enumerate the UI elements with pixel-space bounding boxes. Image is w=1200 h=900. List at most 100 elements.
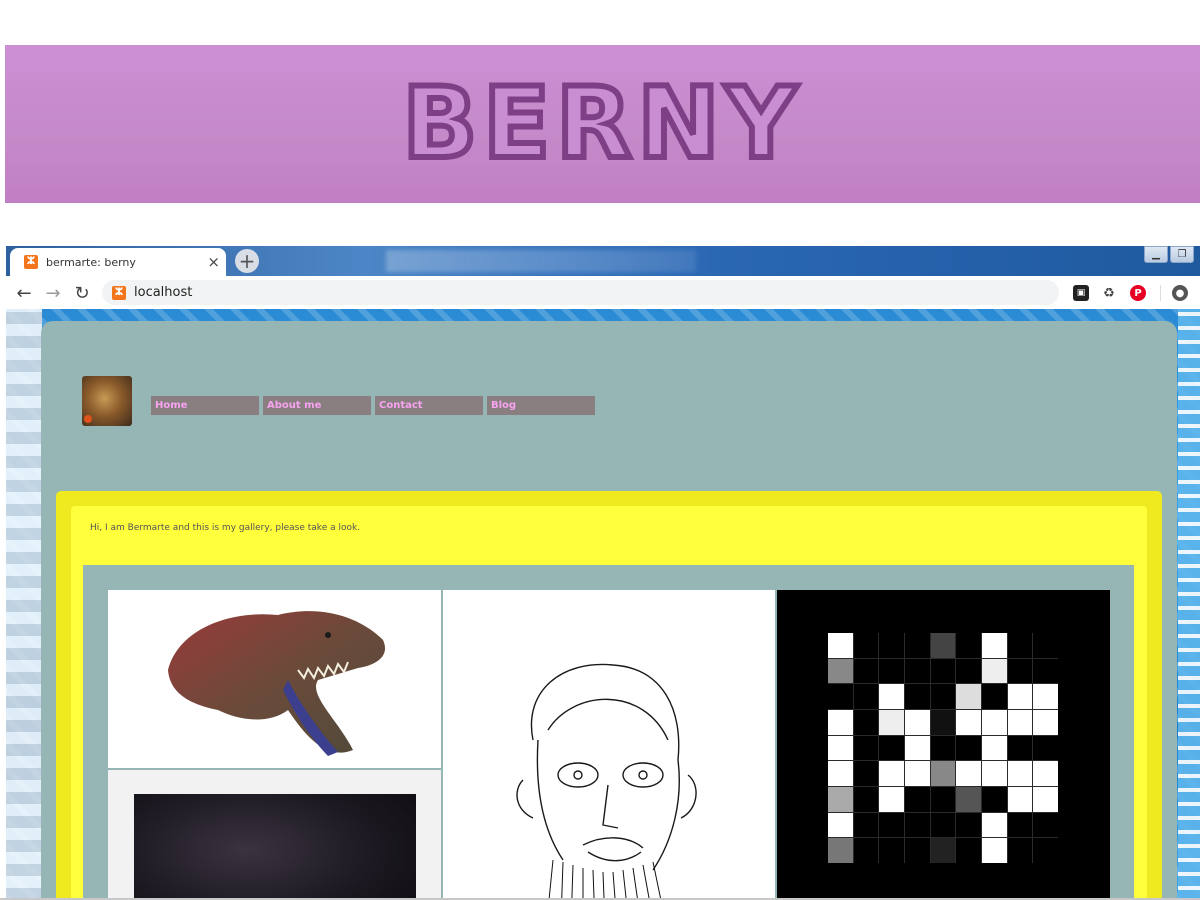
pixel-cell xyxy=(1007,812,1033,838)
pixel-cell xyxy=(904,838,930,863)
pixel-cell xyxy=(828,812,853,838)
pixel-cell xyxy=(1007,786,1033,812)
pixel-cell xyxy=(879,658,904,684)
pixel-cell xyxy=(1007,684,1033,709)
pixel-cell xyxy=(930,658,956,684)
pixel-cell xyxy=(1033,684,1058,709)
pixel-cell xyxy=(1007,709,1033,735)
pixel-cell xyxy=(904,684,930,709)
pixel-cell xyxy=(930,786,956,812)
pixel-cell xyxy=(853,735,879,761)
pixel-cell xyxy=(930,761,956,786)
pixel-cell xyxy=(981,709,1007,735)
page-viewport[interactable]: Home About me Contact Blog Hi, I am Berm… xyxy=(6,309,1200,900)
pixel-cell xyxy=(981,761,1007,786)
intro-text: Hi, I am Bermarte and this is my gallery… xyxy=(90,523,361,533)
url-text: localhost xyxy=(134,285,193,300)
pixel-cell xyxy=(1033,761,1058,786)
pixel-cell xyxy=(828,633,853,658)
site-logo[interactable] xyxy=(82,376,132,426)
pixel-cell xyxy=(981,786,1007,812)
pixel-cell xyxy=(981,812,1007,838)
pixel-cell xyxy=(981,658,1007,684)
background-pattern xyxy=(1178,309,1200,900)
nav-about-me[interactable]: About me xyxy=(263,396,371,415)
pixel-cell xyxy=(904,633,930,658)
pixel-cell xyxy=(1033,786,1058,812)
pixel-cell xyxy=(1007,658,1033,684)
pixel-cell xyxy=(956,658,981,684)
dark-painting-image xyxy=(134,794,416,900)
restore-button[interactable]: ❐ xyxy=(1170,246,1194,263)
trello-icon[interactable]: ▣ xyxy=(1073,285,1089,301)
pixel-cell xyxy=(1033,812,1058,838)
pinterest-icon[interactable]: P xyxy=(1130,285,1146,301)
pixel-cell xyxy=(904,658,930,684)
background-pattern xyxy=(6,309,42,900)
pixel-cell xyxy=(1033,838,1058,863)
pixel-cell xyxy=(853,761,879,786)
pixel-pattern-image xyxy=(828,633,1058,863)
gallery xyxy=(83,565,1134,900)
pixel-cell xyxy=(956,684,981,709)
pixel-cell xyxy=(981,633,1007,658)
forward-button[interactable]: → xyxy=(41,281,65,305)
banner-title: Berny xyxy=(399,64,803,184)
xampp-icon: ⵣ xyxy=(112,285,126,300)
gallery-item-pixel-art[interactable] xyxy=(777,590,1110,900)
face-sketch-image xyxy=(516,663,697,900)
pixel-cell xyxy=(930,812,956,838)
pixel-cell xyxy=(828,735,853,761)
content-panel: Hi, I am Bermarte and this is my gallery… xyxy=(71,506,1147,900)
pixel-cell xyxy=(981,735,1007,761)
pixel-cell xyxy=(1007,735,1033,761)
pixel-cell xyxy=(1033,709,1058,735)
tab-title: bermarte: berny xyxy=(46,255,136,269)
address-bar[interactable]: ⵣ localhost xyxy=(102,280,1059,305)
pixel-cell xyxy=(956,709,981,735)
nav-home[interactable]: Home xyxy=(151,396,259,415)
pixel-cell xyxy=(930,684,956,709)
back-button[interactable]: ← xyxy=(12,281,36,305)
pixel-cell xyxy=(1033,658,1058,684)
toolbar-divider xyxy=(1160,285,1161,301)
pixel-cell xyxy=(828,761,853,786)
close-icon[interactable]: × xyxy=(207,253,220,271)
pixel-cell xyxy=(930,709,956,735)
pixel-cell xyxy=(1007,838,1033,863)
pixel-cell xyxy=(853,838,879,863)
site-nav: Home About me Contact Blog xyxy=(151,396,599,415)
pixel-cell xyxy=(904,786,930,812)
reload-button[interactable]: ↻ xyxy=(70,281,94,305)
nav-blog[interactable]: Blog xyxy=(487,396,595,415)
tab-active[interactable]: ⵣ bermarte: berny × xyxy=(10,248,226,276)
pixel-cell xyxy=(1007,761,1033,786)
gallery-item-sketch[interactable] xyxy=(443,590,775,900)
new-tab-button[interactable]: + xyxy=(235,249,259,273)
banner: Berny xyxy=(5,45,1200,203)
pixel-cell xyxy=(930,633,956,658)
tab-strip: ⵣ bermarte: berny × + ▁ ❐ xyxy=(6,246,1200,276)
pixel-cell xyxy=(956,633,981,658)
pixel-cell xyxy=(853,684,879,709)
pixel-cell xyxy=(828,786,853,812)
content-frame: Hi, I am Bermarte and this is my gallery… xyxy=(56,491,1162,900)
pixel-cell xyxy=(853,812,879,838)
profile-icon[interactable]: ● xyxy=(1172,285,1188,301)
minimize-button[interactable]: ▁ xyxy=(1144,246,1168,263)
pixel-cell xyxy=(828,838,853,863)
logo-detail xyxy=(84,415,92,423)
pixel-cell xyxy=(956,761,981,786)
recycle-icon[interactable]: ♻ xyxy=(1101,285,1117,301)
browser-window: ⵣ bermarte: berny × + ▁ ❐ ← → ↻ ⵣ localh… xyxy=(6,246,1200,900)
pixel-cell xyxy=(879,633,904,658)
pixel-cell xyxy=(879,709,904,735)
pixel-cell xyxy=(956,786,981,812)
pixel-cell xyxy=(904,735,930,761)
pixel-cell xyxy=(879,786,904,812)
gallery-item-dinosaur[interactable] xyxy=(108,590,441,768)
nav-contact[interactable]: Contact xyxy=(375,396,483,415)
pixel-cell xyxy=(1033,735,1058,761)
gallery-item-dark-painting[interactable] xyxy=(108,770,441,900)
pixel-cell xyxy=(930,735,956,761)
